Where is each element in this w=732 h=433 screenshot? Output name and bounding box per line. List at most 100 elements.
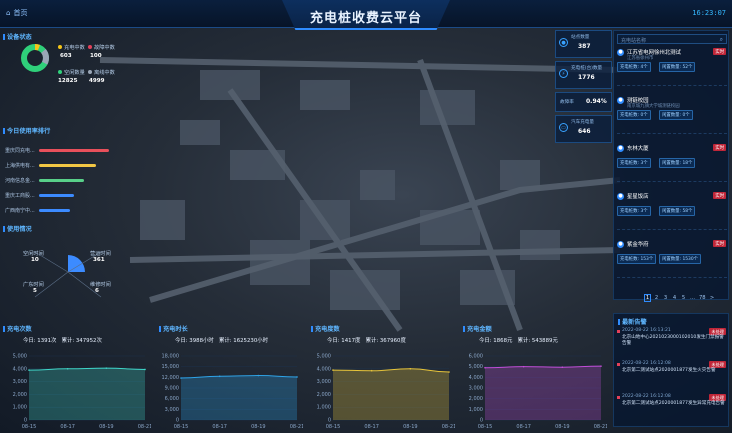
page-button[interactable]: 78 [698, 294, 707, 302]
alarm-item[interactable]: 2022-08-22 16:12:08 未处理 北京第二测试站点2020001877… [617, 394, 727, 421]
y-tick-label: 1,000 [13, 405, 27, 411]
stat-value: 1776 [578, 74, 595, 81]
usage-right-top-label: 营运时间 [90, 251, 111, 257]
stat-value: 0.94% [586, 98, 607, 105]
charging-value: 603 [60, 53, 72, 59]
bottom-chart-panel: 充电时长 今日: 3988小时 累计: 1625230小时 18,000 15,000… [155, 322, 304, 430]
station-pile-count: 充电桩数: 153个 [617, 254, 657, 264]
pagination: 1 2 3 4 5... 78 > [644, 294, 716, 302]
data-point [409, 368, 412, 370]
x-tick-label: 08-19 [403, 424, 418, 430]
usage-right-top-value: 361 [93, 257, 105, 263]
rank-row: 上海供电有... [3, 162, 113, 170]
station-pile-count: 充电桩数: 3个 [617, 206, 651, 216]
y-tick-label: 3,000 [317, 379, 331, 385]
today-value: 今日: 1868元 [479, 338, 513, 344]
today-value: 今日: 1391次 [23, 338, 57, 344]
rank-bar [39, 179, 84, 182]
station-address: 江苏省徐州市 [627, 56, 654, 61]
station-pin-icon: ● [617, 145, 624, 152]
chart-title: 充电度数 [311, 324, 340, 333]
rank-bar [39, 209, 70, 212]
alarm-marker [617, 363, 620, 366]
station-pin-icon: ● [617, 193, 624, 200]
rank-label: 河南信息金... [5, 178, 35, 184]
alarm-item[interactable]: 2022-08-22 16:13:21 未处理 北京山地中心202102300010… [617, 328, 727, 355]
legend-dot [58, 70, 62, 74]
page-button[interactable]: 2 [653, 294, 660, 302]
station-name: 星星饭店 [627, 194, 649, 200]
series-area [181, 375, 297, 420]
rank-label: 上海供电有... [5, 163, 35, 169]
status-title: 设备状态 [3, 32, 32, 41]
station-idle-count: 闲置数量: 1530个 [659, 254, 702, 264]
stat-value: 646 [578, 128, 591, 135]
alarm-time: 2022-08-22 16:12:08 [622, 394, 671, 399]
x-tick-label: 08-17 [60, 424, 75, 430]
data-point [257, 374, 260, 377]
series-area [29, 368, 145, 420]
y-tick-label: 1,000 [469, 407, 483, 413]
stat-label: 站点数量 [571, 35, 590, 40]
station-pile-count: 充电桩数: 3个 [617, 158, 651, 168]
page-button[interactable]: 5 [680, 294, 687, 302]
station-item[interactable]: ● 测链校园 南京城九镇大学城测链校园 充电桩数: 0个 闲置数量: 0个 [617, 96, 727, 134]
right-panel: 充电站名称 ⌕ ● 江苏省电网徐州北测试 江苏省徐州市 实时 充电桩数: 4个 闲置数量:… [613, 30, 729, 428]
alarm-text: 北京山地中心2021023000102010发生门禁报警告警 [622, 335, 724, 346]
rank-bar [39, 164, 97, 167]
legend-offline: 离线中数 [88, 69, 115, 76]
usage-left-top-label: 空闲时间 [23, 251, 44, 257]
station-item[interactable]: ● 紫金华府 实时 充电桩数: 153个 闲置数量: 1530个 [617, 240, 727, 278]
data-point [332, 369, 334, 371]
station-item[interactable]: ● 东林大厦 实时 充电桩数: 3个 闲置数量: 18个 [617, 144, 727, 182]
rank-row: 广西南宁中... [3, 207, 113, 215]
stat-value: 387 [578, 43, 591, 50]
alarm-item[interactable]: 2022-08-22 16:12:08 未处理 北京第二测试站点2020001877… [617, 361, 727, 388]
legend-dot [88, 45, 92, 49]
station-idle-count: 闲置数量: 52个 [659, 62, 696, 72]
search-icon[interactable]: ⌕ [720, 36, 723, 44]
home-icon: ⌂ [6, 9, 11, 17]
page-title: 充电桩收费云平台 [309, 11, 422, 26]
y-tick-label: 0 [176, 418, 179, 424]
station-address: 南京城九镇大学城测链校园 [627, 104, 680, 109]
page-button[interactable]: 4 [671, 294, 678, 302]
legend-free: 空闲数量 [58, 69, 85, 76]
page-button[interactable]: 1 [644, 294, 651, 302]
alarm-status-badge: 未处理 [709, 328, 726, 335]
station-pin-icon: ● [617, 241, 624, 248]
search-placeholder: 充电站名称 [621, 37, 647, 44]
legend-charging: 充电中数 [58, 44, 85, 51]
station-name: 紫金华府 [627, 242, 649, 248]
y-tick-label: 5,000 [13, 354, 27, 360]
y-tick-label: 2,000 [13, 392, 27, 398]
page-button[interactable]: 3 [662, 294, 669, 302]
free-value: 12825 [58, 78, 78, 84]
next-page-button[interactable]: > [709, 294, 716, 302]
y-tick-label: 5,000 [469, 364, 483, 370]
station-item[interactable]: ● 星星饭店 实时 充电桩数: 3个 闲置数量: 58个 [617, 192, 727, 230]
stat-fault-rate: 故障率 0.94% [555, 92, 612, 112]
home-link[interactable]: ⌂ 首页 [6, 8, 27, 18]
total-value: 累计: 543889元 [517, 338, 558, 344]
today-value: 今日: 1417度 [327, 338, 361, 344]
station-status-badge: 实时 [713, 48, 726, 55]
usage-left-bottom-label: 广东时间 [23, 282, 44, 288]
total-value: 累计: 367960度 [365, 338, 406, 344]
station-search-input[interactable]: 充电站名称 ⌕ [617, 34, 727, 44]
x-tick-label: 08-21 [442, 424, 455, 430]
page-button[interactable]: ... [689, 294, 696, 302]
data-point [28, 369, 30, 371]
usage-title: 使用情况 [3, 224, 32, 233]
today-value: 今日: 3988小时 [175, 338, 214, 344]
pin-icon: ● [559, 38, 568, 47]
x-tick-label: 08-15 [174, 424, 189, 430]
rank-row: 河南信息金... [3, 177, 113, 185]
station-item[interactable]: ● 江苏省电网徐州北测试 江苏省徐州市 实时 充电桩数: 4个 闲置数量: 52个 [617, 48, 727, 86]
area-chart: 5,000 4,000 3,000 2,000 1,000 008-15 08-17 08-1… [317, 354, 455, 431]
data-point [105, 367, 108, 369]
home-label: 首页 [13, 9, 28, 17]
alarm-text: 北京第二测试站点2020001877发生火灾告警 [622, 368, 716, 373]
x-tick-label: 08-17 [364, 424, 379, 430]
alarm-text: 北京第二测试站点2020001877发生异常充电告警 [622, 401, 725, 406]
